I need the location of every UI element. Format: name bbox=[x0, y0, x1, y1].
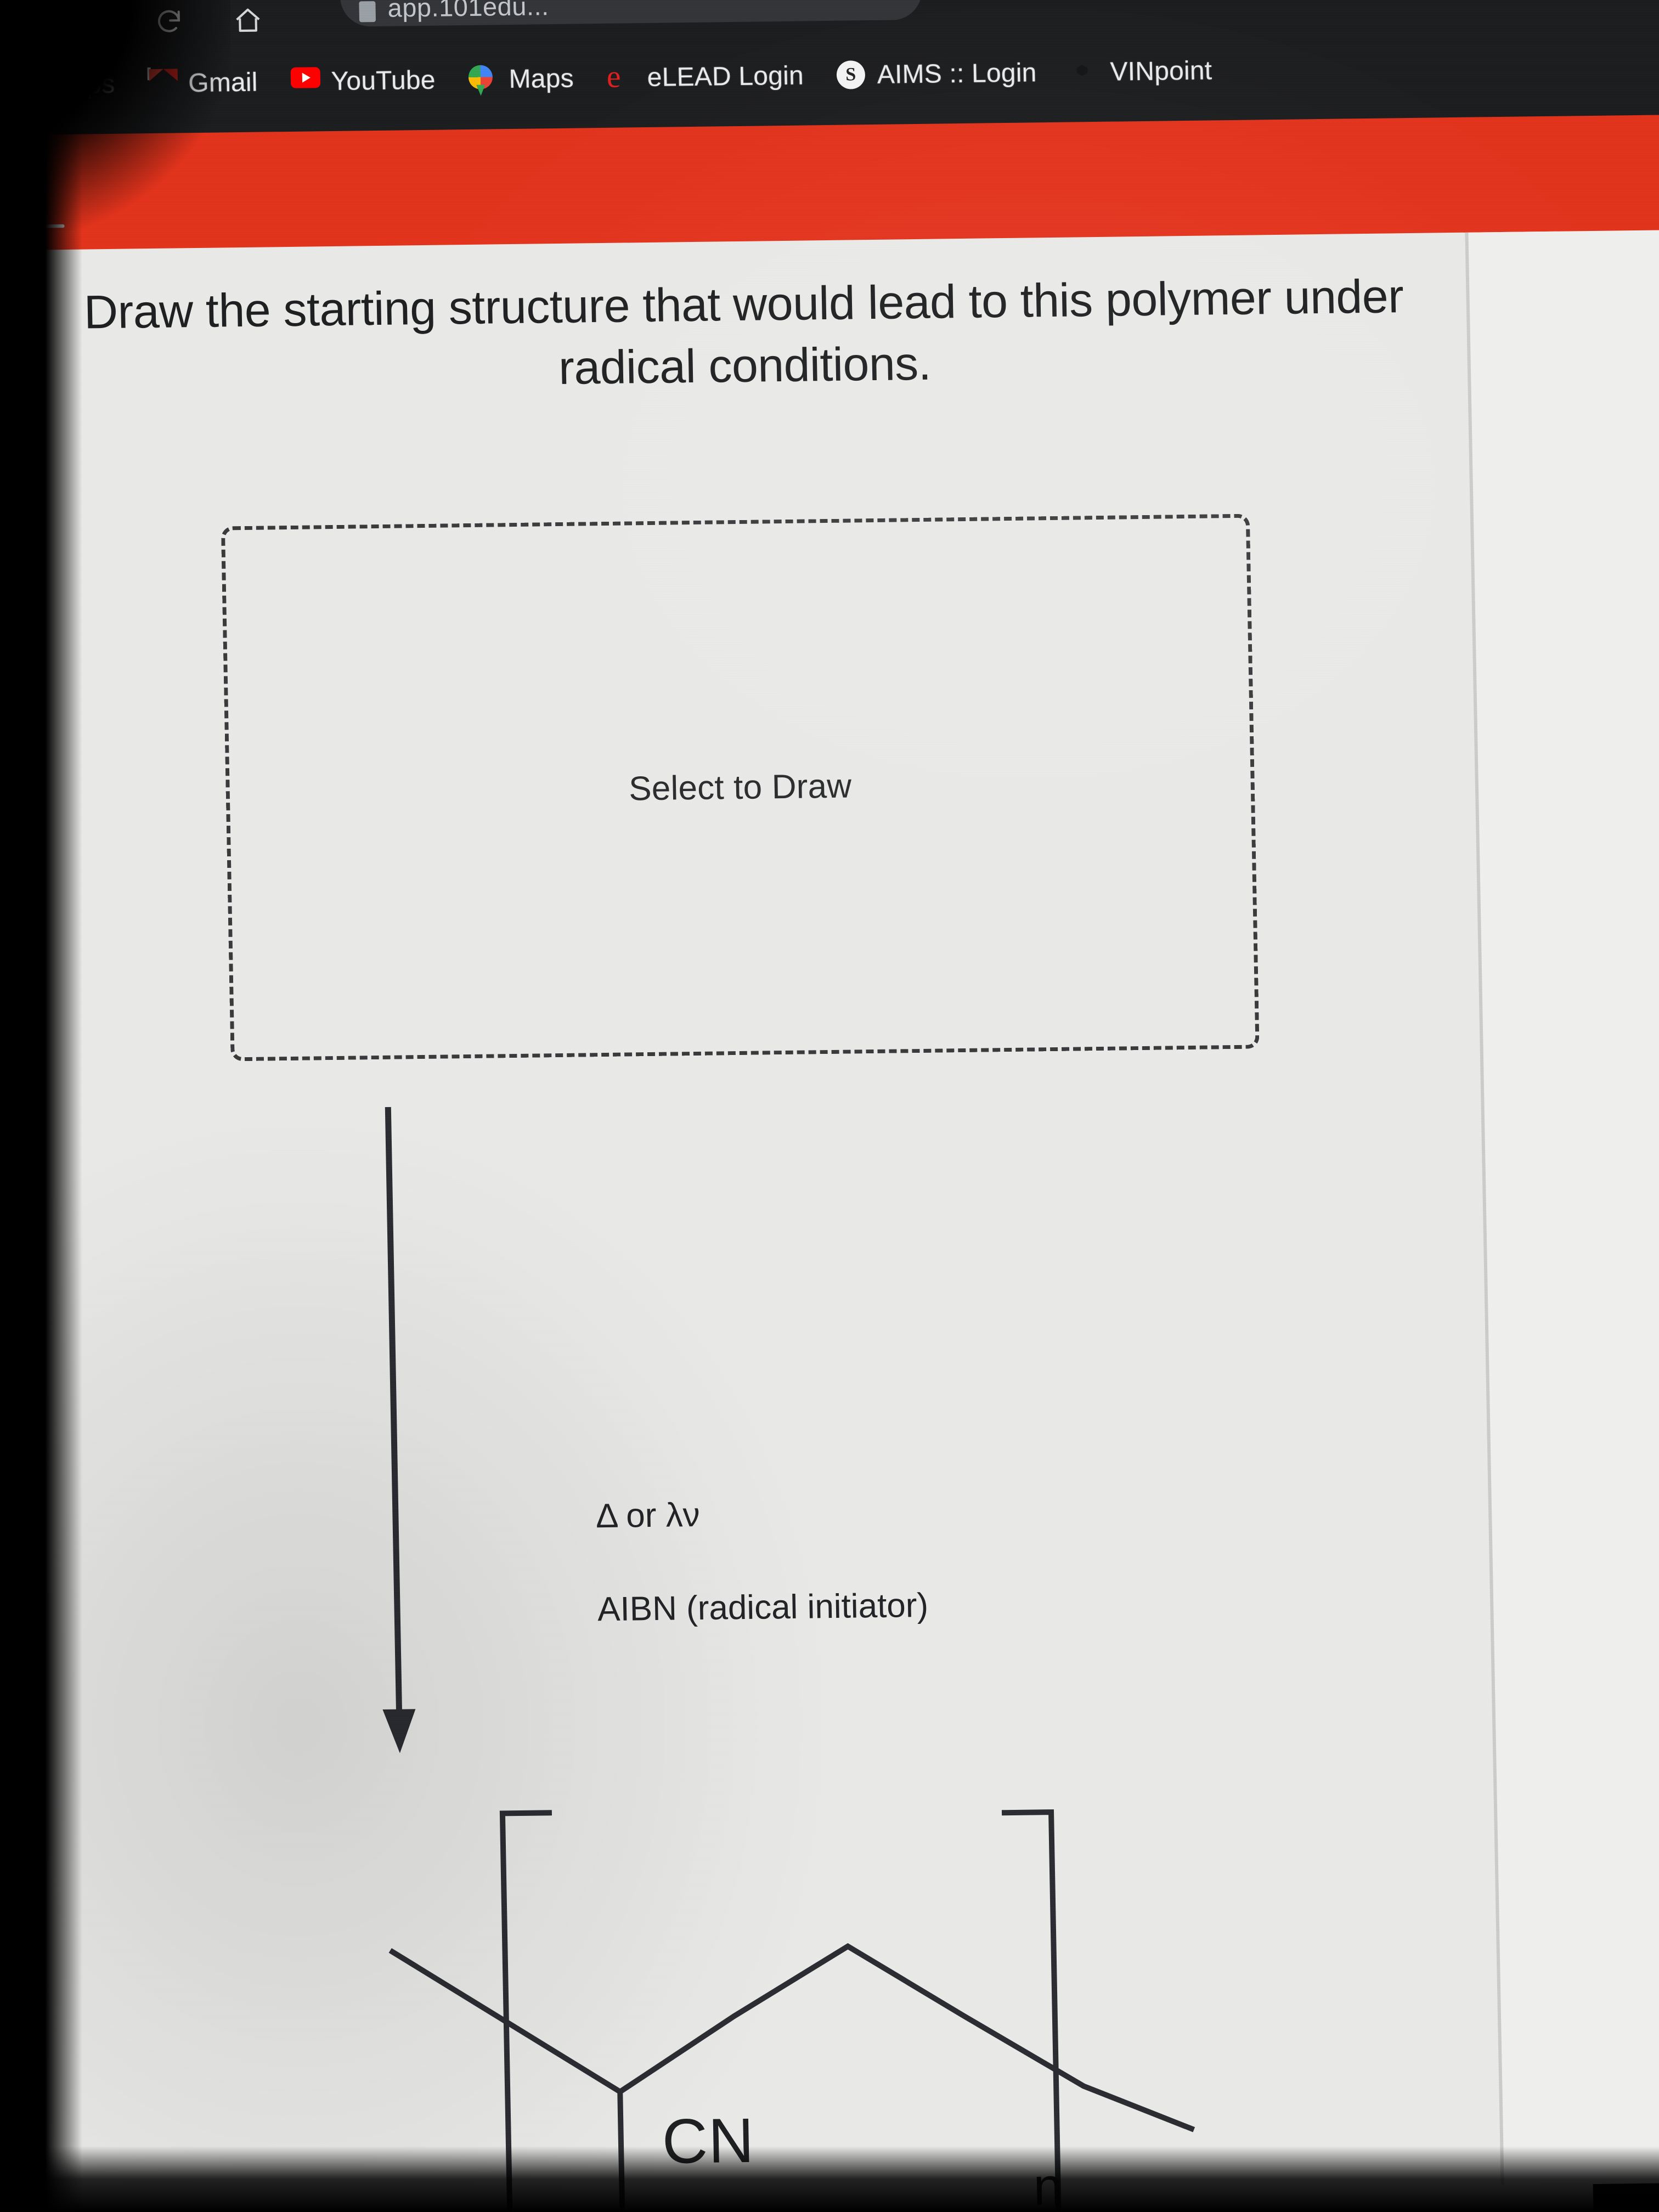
bookmark-label: Gmail bbox=[188, 67, 258, 98]
bookmark-label: Apps bbox=[54, 69, 115, 99]
bookmark-vinpoint[interactable]: VINpoint bbox=[1053, 51, 1229, 92]
cyano-group-label: CN bbox=[661, 2105, 755, 2177]
reaction-condition-2: AIBN (radical initiator) bbox=[597, 1586, 929, 1629]
google-maps-pin-icon bbox=[468, 65, 497, 94]
bookmark-apps[interactable]: Apps bbox=[0, 64, 132, 105]
reaction-down-arrow-icon bbox=[366, 1107, 455, 1755]
bookmark-gmail[interactable]: Gmail bbox=[131, 63, 275, 103]
page-info-icon[interactable] bbox=[359, 1, 376, 22]
apps-grid-icon bbox=[13, 70, 43, 99]
reload-icon[interactable] bbox=[153, 5, 185, 38]
question-page: Draw the starting structure that would l… bbox=[0, 231, 1594, 2212]
app-back-button[interactable] bbox=[26, 204, 70, 249]
bookmark-elead-login[interactable]: e eLEAD Login bbox=[590, 56, 820, 98]
aims-circle-icon: S bbox=[836, 60, 866, 89]
bookmark-label: AIMS :: Login bbox=[877, 58, 1037, 89]
address-bar[interactable]: app.101edu... bbox=[340, 0, 923, 27]
bookmark-label: YouTube bbox=[331, 65, 436, 96]
vinpoint-shield-icon bbox=[1069, 58, 1098, 87]
bookmark-maps[interactable]: Maps bbox=[452, 59, 590, 99]
question-prompt: Draw the starting structure that would l… bbox=[83, 270, 1404, 394]
reaction-condition-1: Δ or λν bbox=[595, 1496, 701, 1536]
bookmarks-bar: Apps Gmail YouTube Maps e eLEAD Login S … bbox=[0, 40, 1229, 115]
photo-of-screen: app.101edu... Apps Gmail YouTube Maps e … bbox=[0, 0, 1659, 2212]
bookmark-label: VINpoint bbox=[1110, 55, 1212, 87]
home-icon[interactable] bbox=[232, 5, 264, 37]
repeat-subscript-n: n bbox=[1032, 2157, 1063, 2212]
gmail-icon bbox=[147, 67, 177, 98]
forward-arrow-icon[interactable] bbox=[74, 7, 106, 39]
elead-e-icon: e bbox=[606, 58, 622, 94]
bookmark-aims-login[interactable]: S AIMS :: Login bbox=[820, 53, 1053, 94]
browser-nav-buttons bbox=[0, 0, 264, 48]
select-to-draw-label: Select to Draw bbox=[628, 767, 852, 808]
youtube-icon bbox=[290, 67, 320, 96]
back-arrow-icon[interactable] bbox=[0, 8, 27, 40]
bookmark-youtube[interactable]: YouTube bbox=[274, 60, 452, 101]
answer-drawing-area[interactable]: Select to Draw bbox=[221, 514, 1260, 1062]
bookmark-label: Maps bbox=[509, 64, 574, 94]
address-bar-url: app.101edu... bbox=[387, 0, 550, 22]
polymer-structure bbox=[379, 1778, 1210, 2212]
device-screen: app.101edu... Apps Gmail YouTube Maps e … bbox=[0, 0, 1659, 2212]
bookmark-label: eLEAD Login bbox=[647, 60, 804, 92]
